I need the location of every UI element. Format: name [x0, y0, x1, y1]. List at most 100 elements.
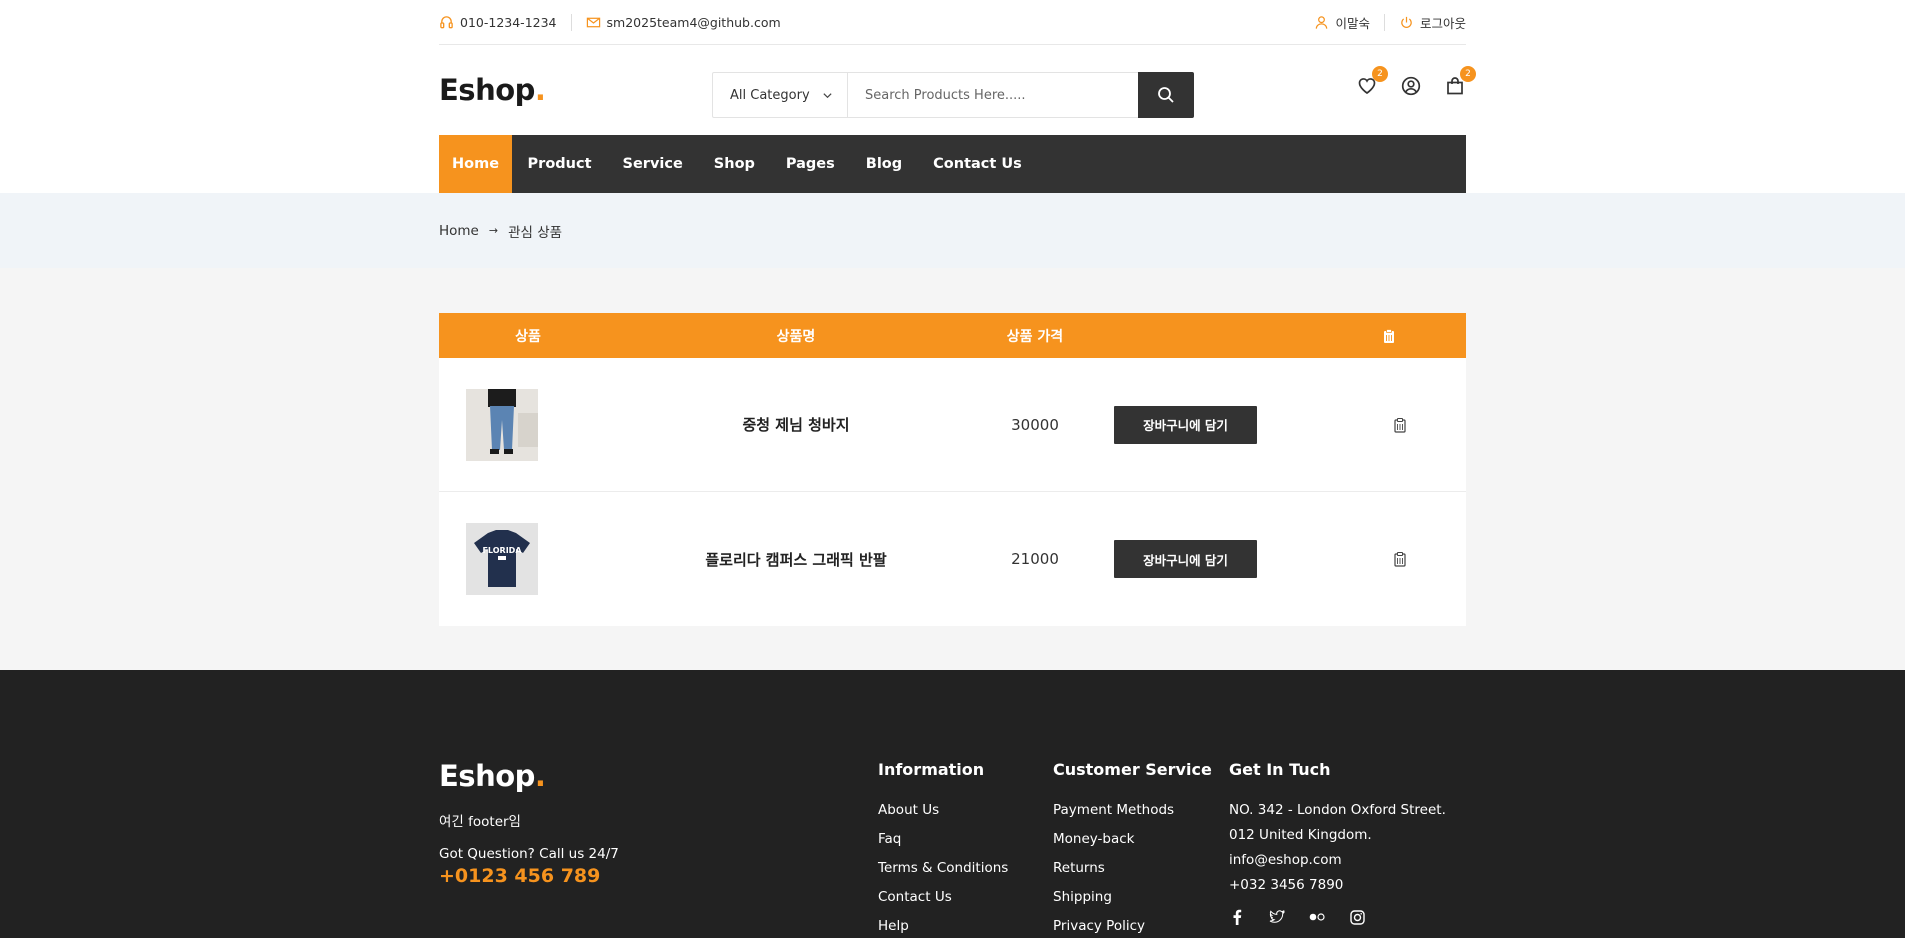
search-bar: All Category	[712, 72, 1194, 118]
footer-logo[interactable]: Eshop.	[439, 759, 546, 793]
clipboard-trash-icon	[1394, 417, 1406, 433]
header-icons: 2 2	[1356, 66, 1476, 97]
user-icon	[1316, 15, 1328, 29]
logo-text: Eshop	[439, 73, 535, 107]
product-name[interactable]: 중청 제님 청바지	[617, 358, 975, 491]
footer-link-privacy[interactable]: Privacy Policy	[1053, 919, 1212, 938]
product-image-tshirt[interactable]: FLORIDA	[466, 523, 538, 595]
footer-link-returns[interactable]: Returns	[1053, 861, 1212, 890]
topbar-divider	[1383, 13, 1385, 31]
footer-link-contact[interactable]: Contact Us	[878, 890, 1008, 919]
clipboard-trash-icon	[1384, 328, 1394, 343]
wishlist-count-badge: 2	[1372, 66, 1388, 82]
user-circle-icon	[1401, 76, 1421, 96]
main-nav: Home Product Service Shop Pages Blog Con…	[439, 135, 1466, 193]
topbar-phone: 010-1234-1234	[439, 15, 557, 30]
add-to-cart-cell: 장바구니에 담기	[1114, 492, 1257, 626]
add-to-cart-button[interactable]: 장바구니에 담기	[1114, 405, 1257, 444]
footer-link-moneyback[interactable]: Money-back	[1053, 832, 1212, 861]
nav-item-product[interactable]: Product	[512, 135, 607, 193]
wishlist-table: 상품 상품명 상품 가격 중청 제님 청바지 30000 장바구니에 담기 FL…	[439, 313, 1466, 626]
logout-label: 로그아웃	[1419, 15, 1466, 31]
footer-link-shipping[interactable]: Shipping	[1053, 890, 1212, 919]
clear-all-button[interactable]	[1374, 313, 1404, 358]
footer-tagline: 여긴 footer임	[439, 814, 521, 830]
breadcrumb: Home → 관심 상품	[439, 193, 1466, 268]
product-name[interactable]: 플로리다 캠퍼스 그래픽 반팔	[617, 492, 975, 626]
category-select[interactable]: All Category	[713, 73, 848, 117]
table-header: 상품 상품명 상품 가격	[439, 313, 1466, 358]
topbar-phone-text: 010-1234-1234	[460, 14, 557, 30]
footer-link-faq[interactable]: Faq	[878, 832, 1008, 861]
add-to-cart-button[interactable]: 장바구니에 담기	[1114, 540, 1257, 578]
headset-icon	[440, 15, 453, 28]
remove-item-button[interactable]	[1388, 358, 1412, 491]
chevron-down-icon	[823, 92, 832, 98]
breadcrumb-home[interactable]: Home	[439, 223, 479, 239]
flickr-icon[interactable]	[1309, 909, 1325, 925]
nav-item-blog[interactable]: Blog	[850, 135, 917, 193]
search-input[interactable]	[848, 73, 1138, 117]
footer-contact: Get In Tuch NO. 342 - London Oxford Stre…	[1229, 760, 1446, 925]
table-row: FLORIDA 플로리다 캠퍼스 그래픽 반팔 21000 장바구니에 담기	[439, 492, 1466, 626]
search-button[interactable]	[1138, 72, 1194, 118]
footer-link-about[interactable]: About Us	[878, 803, 1008, 832]
topbar-email[interactable]: sm2025team4@github.com	[586, 15, 781, 30]
add-to-cart-cell: 장바구니에 담기	[1114, 358, 1257, 491]
account-button[interactable]	[1400, 75, 1422, 97]
twitter-icon[interactable]	[1269, 909, 1285, 925]
category-select-value: All Category	[730, 87, 810, 103]
product-price: 30000	[1011, 415, 1059, 434]
remove-item-button[interactable]	[1388, 492, 1412, 626]
site-logo[interactable]: Eshop.	[439, 73, 546, 107]
cart-button[interactable]: 2	[1444, 66, 1476, 97]
nav-item-pages[interactable]: Pages	[770, 135, 850, 193]
nav-item-shop[interactable]: Shop	[698, 135, 770, 193]
header-product: 상품	[515, 328, 541, 345]
topbar-user-name: 이말숙	[1335, 15, 1370, 31]
footer-link-help[interactable]: Help	[878, 919, 1008, 938]
main-header: Eshop. All Category 2 2	[439, 45, 1476, 135]
table-row: 중청 제님 청바지 30000 장바구니에 담기	[439, 358, 1466, 492]
footer-information: Information About Us Faq Terms & Conditi…	[878, 760, 1008, 938]
cart-count-badge: 2	[1460, 66, 1476, 82]
footer-link-terms[interactable]: Terms & Conditions	[878, 861, 1008, 890]
header-price: 상품 가격	[1006, 328, 1064, 345]
nav-item-contact[interactable]: Contact Us	[918, 135, 1038, 193]
nav-item-home[interactable]: Home	[439, 135, 513, 193]
product-image-jeans[interactable]	[466, 388, 538, 461]
instagram-icon[interactable]	[1349, 909, 1365, 925]
topbar-divider	[570, 13, 572, 31]
breadcrumb-current: 관심 상품	[508, 224, 563, 241]
tshirt-image: FLORIDA	[466, 523, 538, 595]
footer-customer-service-title: Customer Service	[1053, 760, 1212, 779]
product-price: 21000	[1011, 550, 1059, 568]
header-name: 상품명	[776, 328, 816, 345]
mail-icon	[586, 17, 600, 27]
logo-dot: .	[534, 73, 546, 107]
jeans-image	[466, 388, 538, 461]
topbar-user-link[interactable]: 이말숙	[1314, 13, 1370, 32]
logout-link[interactable]: 로그아웃	[1399, 13, 1466, 32]
footer-address-line1: NO. 342 - London Oxford Street.	[1229, 802, 1446, 818]
topbar: 010-1234-1234 sm2025team4@github.com 이말숙…	[439, 0, 1466, 45]
search-icon	[1158, 87, 1174, 103]
footer-phone[interactable]: +0123 456 789	[439, 865, 600, 887]
footer-information-title: Information	[878, 760, 985, 779]
footer-logo-dot: .	[534, 759, 546, 793]
nav-item-service[interactable]: Service	[607, 135, 698, 193]
footer-logo-text: Eshop	[439, 759, 535, 793]
footer-question: Got Question? Call us 24/7	[439, 846, 619, 862]
wishlist-button[interactable]: 2	[1356, 66, 1388, 97]
power-icon	[1401, 16, 1412, 28]
facebook-icon[interactable]	[1229, 909, 1245, 925]
footer-address-line2: 012 United Kingdom.	[1229, 827, 1372, 843]
footer-link-payment[interactable]: Payment Methods	[1053, 803, 1212, 832]
footer-contact-title: Get In Tuch	[1229, 760, 1331, 779]
topbar-email-text: sm2025team4@github.com	[606, 14, 781, 30]
arrow-right-icon: →	[488, 224, 499, 237]
footer-customer-service: Customer Service Payment Methods Money-b…	[1053, 760, 1212, 938]
product-image-cell	[439, 358, 565, 491]
footer-contact-phone[interactable]: +032 3456 7890	[1229, 878, 1446, 903]
footer-contact-email[interactable]: info@eshop.com	[1229, 853, 1446, 878]
